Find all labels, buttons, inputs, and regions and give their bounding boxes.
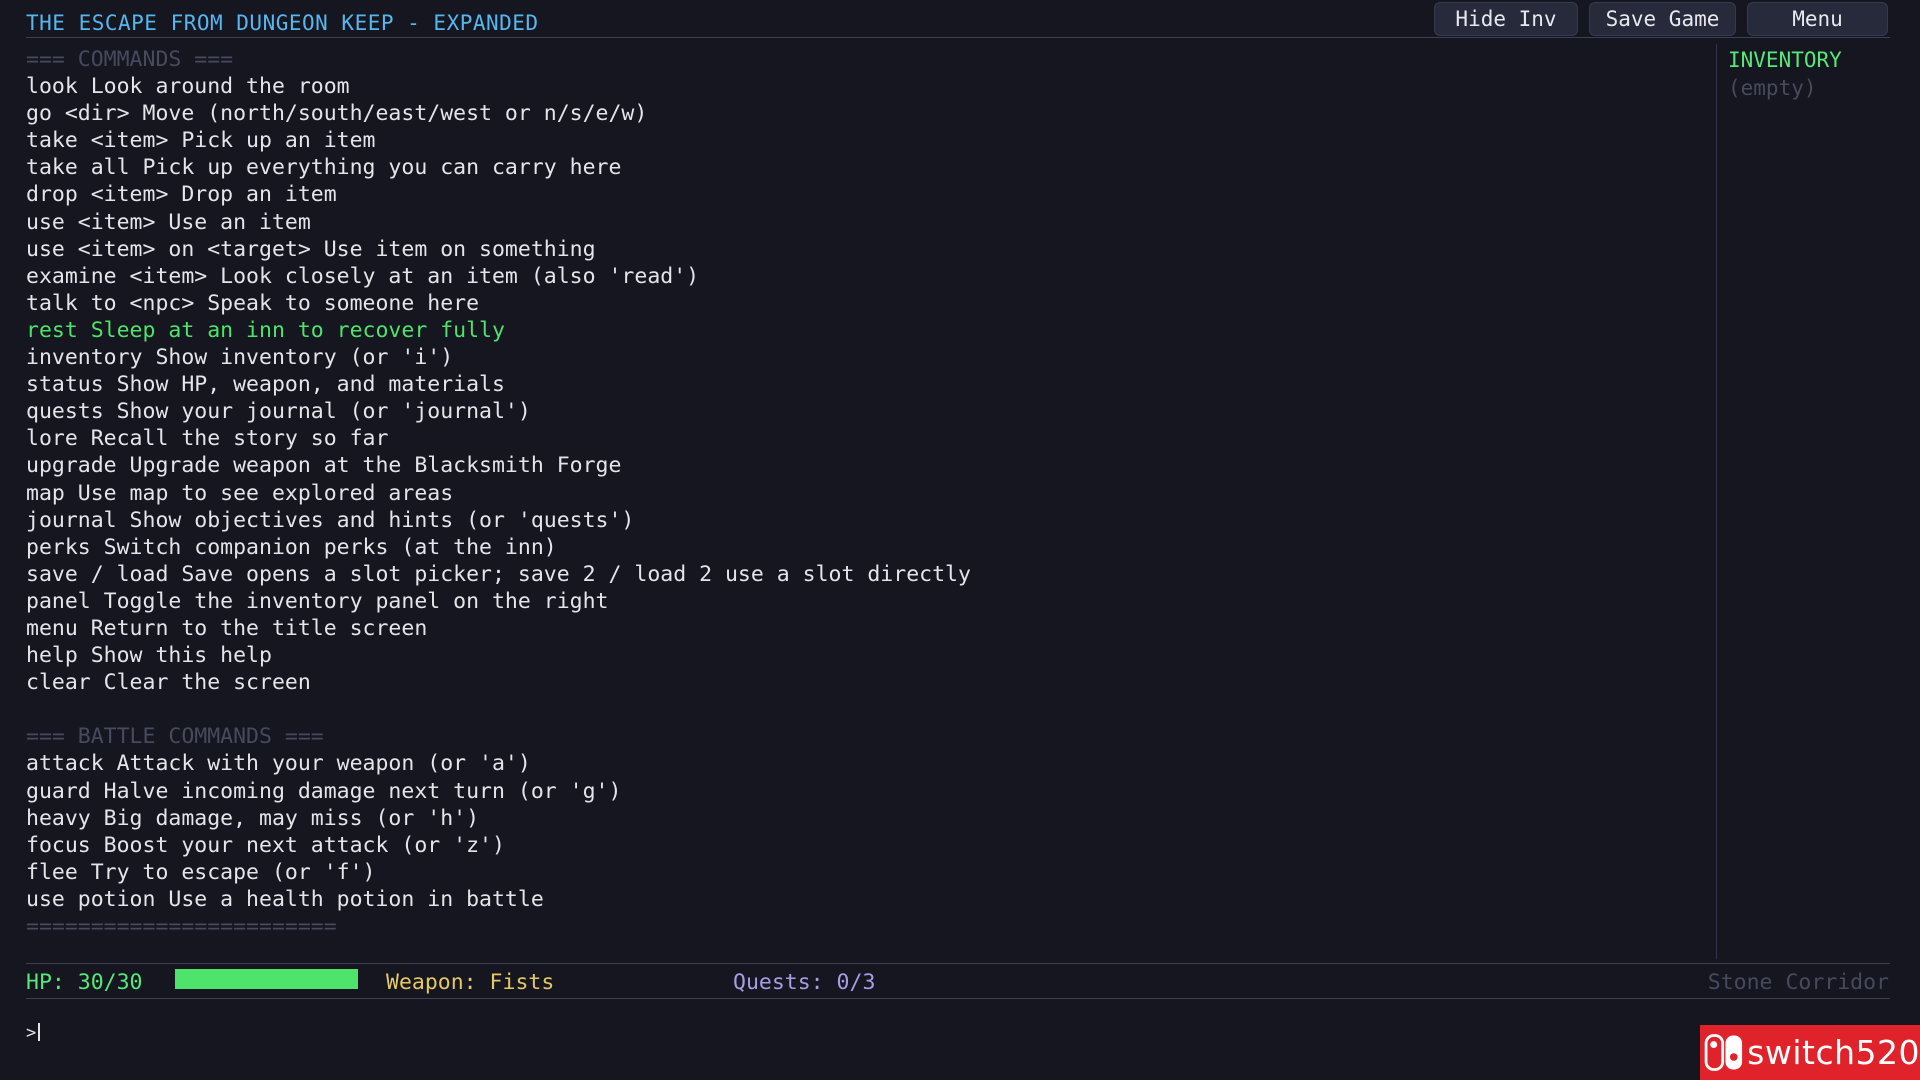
hide-inventory-button[interactable]: Hide Inv bbox=[1434, 2, 1578, 36]
watermark: switch520 bbox=[1700, 1025, 1920, 1080]
section-header: ======================== bbox=[26, 914, 337, 939]
log-line: attack Attack with your weapon (or 'a') bbox=[26, 751, 531, 777]
log-line: talk to <npc> Speak to someone here bbox=[26, 290, 480, 316]
log-line: panel Toggle the inventory panel on the … bbox=[26, 588, 609, 614]
log-line: perks Switch companion perks (at the inn… bbox=[26, 534, 557, 560]
command-input[interactable]: > bbox=[26, 1023, 41, 1043]
log-line: look Look around the room bbox=[26, 74, 350, 100]
section-header: === COMMANDS === bbox=[26, 47, 234, 72]
hp-bar bbox=[175, 969, 358, 989]
status-bottom-divider bbox=[26, 998, 1890, 999]
inventory-title: INVENTORY bbox=[1728, 48, 1842, 72]
save-game-button[interactable]: Save Game bbox=[1589, 2, 1736, 36]
hp-text: HP: 30/30 bbox=[26, 970, 143, 995]
log-line: take <item> Pick up an item bbox=[26, 128, 376, 154]
log-line: use potion Use a health potion in battle bbox=[26, 886, 544, 912]
log-line: help Show this help bbox=[26, 643, 272, 669]
hp-bar-fill bbox=[175, 969, 358, 989]
log-line: rest Sleep at an inn to recover fully bbox=[26, 317, 505, 343]
log-line: use <item> on <target> Use item on somet… bbox=[26, 236, 596, 262]
prompt-symbol: > bbox=[26, 1023, 37, 1043]
log-line: inventory Show inventory (or 'i') bbox=[26, 345, 454, 371]
status-bar: HP: 30/30 Weapon: Fists Quests: 0/3 Ston… bbox=[0, 964, 1905, 998]
log-line: journal Show objectives and hints (or 'q… bbox=[26, 507, 635, 533]
quests-text: Quests: 0/3 bbox=[733, 970, 876, 995]
log-line: status Show HP, weapon, and materials bbox=[26, 372, 505, 398]
switch-logo-icon bbox=[1704, 1034, 1743, 1071]
log-line: examine <item> Look closely at an item (… bbox=[26, 263, 700, 289]
log-line: guard Halve incoming damage next turn (o… bbox=[26, 778, 622, 804]
log-line: flee Try to escape (or 'f') bbox=[26, 859, 376, 885]
log-line: map Use map to see explored areas bbox=[26, 480, 454, 506]
game-title: THE ESCAPE FROM DUNGEON KEEP - EXPANDED bbox=[26, 11, 539, 35]
log-line: save / load Save opens a slot picker; sa… bbox=[26, 561, 971, 587]
log-line: drop <item> Drop an item bbox=[26, 182, 337, 208]
log-line: quests Show your journal (or 'journal') bbox=[26, 399, 531, 425]
section-header: === BATTLE COMMANDS === bbox=[26, 724, 324, 750]
log-line: take all Pick up everything you can carr… bbox=[26, 155, 622, 181]
log-line: menu Return to the title screen bbox=[26, 615, 428, 641]
log-line: lore Recall the story so far bbox=[26, 426, 389, 452]
text-cursor bbox=[38, 1023, 41, 1041]
log-line: focus Boost your next attack (or 'z') bbox=[26, 832, 505, 858]
log-line: clear Clear the screen bbox=[26, 670, 311, 696]
output-log: === COMMANDS === look Look around the roo… bbox=[26, 46, 1706, 940]
inventory-divider bbox=[1716, 44, 1717, 959]
weapon-text: Weapon: Fists bbox=[386, 970, 555, 995]
location-text: Stone Corridor bbox=[1707, 970, 1889, 995]
top-divider bbox=[26, 37, 1890, 38]
inventory-empty-text: (empty) bbox=[1728, 76, 1817, 100]
game-screen: THE ESCAPE FROM DUNGEON KEEP - EXPANDED … bbox=[0, 0, 1905, 1070]
menu-button[interactable]: Menu bbox=[1747, 2, 1888, 36]
log-line: go <dir> Move (north/south/east/west or … bbox=[26, 101, 648, 127]
log-line: use <item> Use an item bbox=[26, 209, 311, 235]
watermark-text: switch520 bbox=[1747, 1033, 1920, 1072]
log-line: upgrade Upgrade weapon at the Blacksmith… bbox=[26, 453, 622, 479]
log-line: heavy Big damage, may miss (or 'h') bbox=[26, 805, 480, 831]
